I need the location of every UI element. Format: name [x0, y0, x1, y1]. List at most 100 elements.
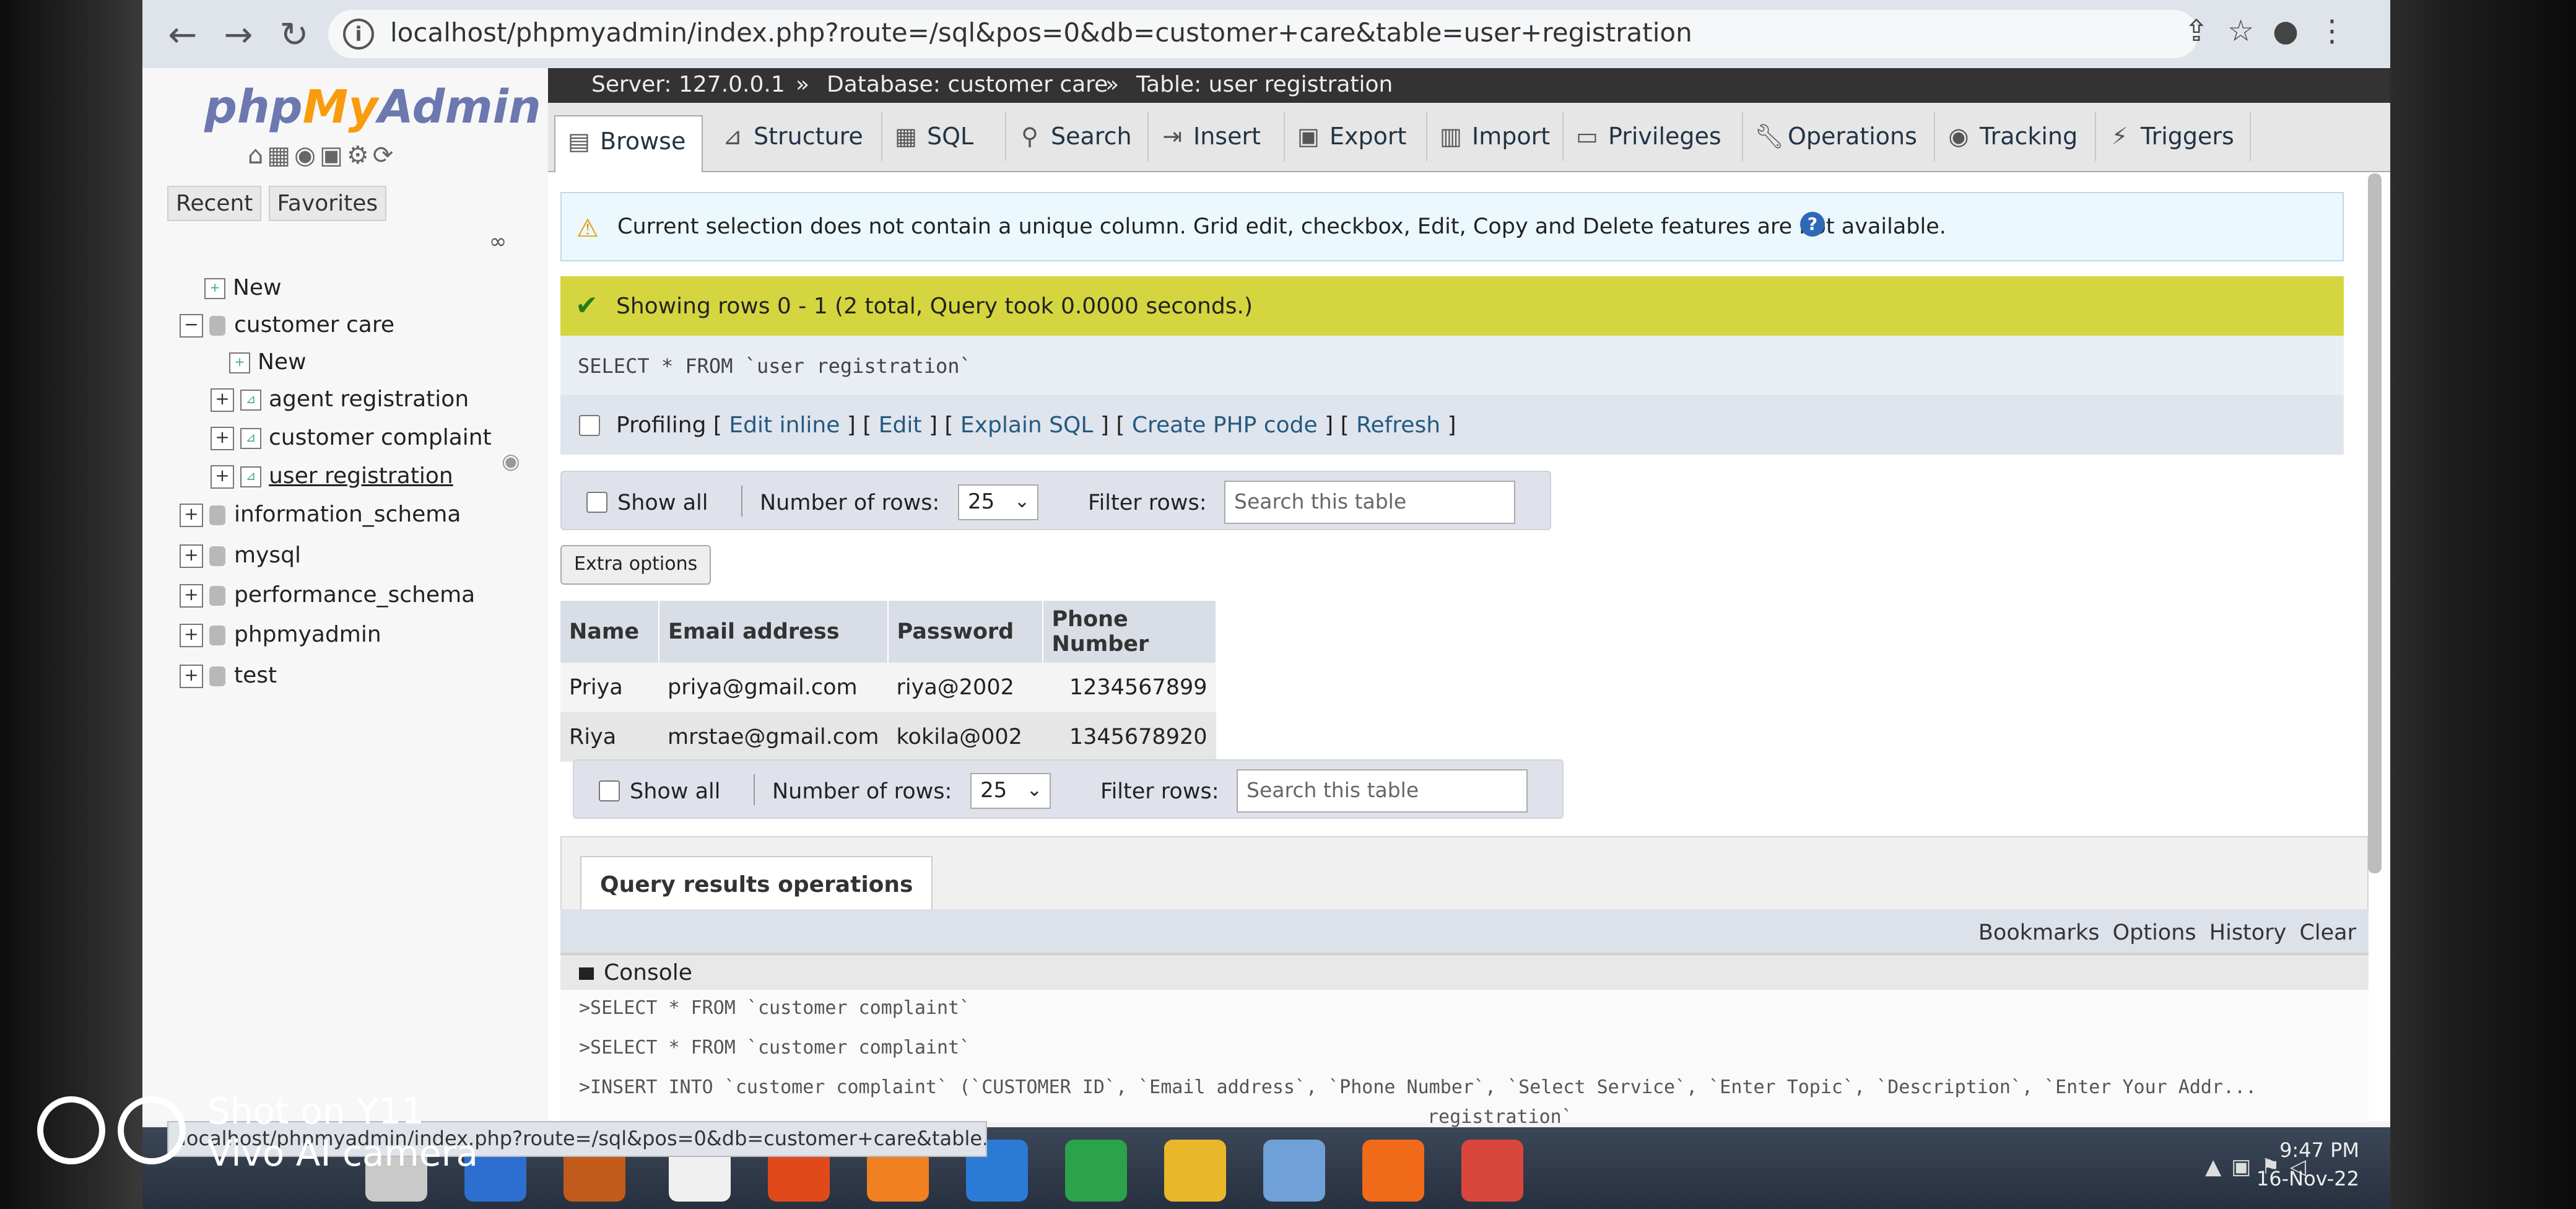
clock[interactable]: 9:47 PM 16-Nov-22 — [2256, 1136, 2359, 1193]
forward-icon[interactable]: → — [217, 14, 260, 57]
tab-triggers[interactable]: ⚡ Triggers — [2096, 111, 2251, 161]
chrome-icon[interactable] — [1461, 1140, 1523, 1202]
phpmyadmin-logo[interactable]: phpMyAdmin — [204, 81, 541, 134]
tab-label: Operations — [1788, 123, 1917, 150]
expand-icon[interactable]: + — [180, 504, 203, 527]
tree-db-performance-schema[interactable]: + performance_schema — [180, 582, 475, 608]
show-all-label[interactable]: Show all — [630, 779, 720, 804]
show-all-checkbox[interactable] — [586, 492, 607, 513]
app-icon[interactable] — [1065, 1140, 1127, 1202]
tree-table-customer-complaint[interactable]: + ⊿ customer complaint — [211, 425, 492, 450]
console-line[interactable]: >SELECT * FROM `customer complaint` — [579, 1037, 970, 1058]
expand-icon[interactable]: + — [180, 584, 203, 608]
reload-icon[interactable]: ↻ — [272, 14, 316, 57]
url-text[interactable]: localhost/phpmyadmin/index.php?route=/sq… — [390, 17, 1692, 48]
profiling-checkbox[interactable] — [579, 415, 600, 436]
number-of-rows-select[interactable]: 25 ⌄ — [970, 773, 1051, 809]
tab-recent[interactable]: Recent — [167, 186, 262, 221]
expand-icon[interactable]: + — [211, 388, 234, 412]
console-line[interactable]: >SELECT * FROM `customer complaint` — [579, 997, 970, 1019]
tree-db-phpmyadmin[interactable]: + phpmyadmin — [180, 622, 381, 647]
console-bookmarks-link[interactable]: Bookmarks — [1978, 920, 2100, 945]
link-with-main-panel-icon[interactable]: ∞ — [489, 229, 507, 254]
expand-icon[interactable]: + — [180, 665, 203, 688]
tree-new-database[interactable]: + New — [204, 275, 282, 300]
filter-rows-input[interactable]: Search this table — [1224, 481, 1515, 524]
column-header-email[interactable]: Email address — [659, 601, 889, 663]
show-all-label[interactable]: Show all — [617, 491, 708, 515]
site-info-icon[interactable]: i — [343, 19, 374, 50]
home-docs-settings-icons[interactable]: ⌂▦◉▣⚙⟳ — [248, 141, 397, 170]
chevron-down-icon: ⌄ — [1014, 491, 1030, 512]
tab-browse[interactable]: ▤ Browse — [554, 115, 703, 172]
breadcrumb-database[interactable]: Database: customer care — [827, 72, 1108, 97]
browser-toolbar: ← → ↻ i localhost/phpmyadmin/index.php?r… — [142, 0, 2390, 69]
browser-action-icons[interactable]: ⇪☆●⋮ — [2184, 14, 2365, 48]
app-icon[interactable] — [1263, 1140, 1325, 1202]
tab-operations[interactable]: 🔧︎ Operations — [1743, 111, 1935, 161]
console-options-link[interactable]: Options — [2113, 920, 2196, 945]
tab-search[interactable]: ⚲ Search — [1006, 111, 1149, 161]
sql-query-text[interactable]: SELECT * FROM `user registration` — [578, 354, 972, 378]
tab-privileges[interactable]: ▭ Privileges — [1564, 111, 1743, 161]
column-header-password[interactable]: Password — [887, 601, 1043, 663]
filter-rows-label: Filter rows: — [1088, 491, 1207, 515]
extra-options-button[interactable]: Extra options — [560, 545, 711, 585]
filter-rows-input[interactable]: Search this table — [1237, 769, 1528, 813]
tab-label: Tracking — [1980, 123, 2078, 150]
number-of-rows-select[interactable]: 25 ⌄ — [958, 484, 1038, 520]
create-php-code-link[interactable]: Create PHP code — [1132, 412, 1318, 438]
edit-inline-link[interactable]: Edit inline — [729, 412, 840, 438]
xampp-icon[interactable] — [1362, 1140, 1424, 1202]
address-bar[interactable]: i localhost/phpmyadmin/index.php?route=/… — [328, 10, 2198, 58]
console-line[interactable]: >INSERT INTO `customer complaint` (`CUST… — [579, 1076, 2256, 1098]
tab-sql[interactable]: ▦ SQL — [882, 111, 1006, 161]
console-history-link[interactable]: History — [2209, 920, 2287, 945]
breadcrumb-separator: » — [1105, 72, 1120, 97]
tree-db-customer-care[interactable]: − customer care — [180, 312, 394, 338]
tab-structure[interactable]: ⊿ Structure — [709, 111, 882, 161]
refresh-link[interactable]: Refresh — [1356, 412, 1440, 438]
tab-favorites[interactable]: Favorites — [268, 186, 387, 221]
query-results-operations-tab[interactable]: Query results operations — [580, 856, 933, 913]
eye-icon[interactable]: ◉ — [502, 449, 520, 474]
tab-tracking[interactable]: ◉ Tracking — [1935, 111, 2096, 161]
database-icon — [209, 505, 225, 525]
chrome-icon[interactable] — [1164, 1140, 1226, 1202]
clock-time: 9:47 PM — [2279, 1138, 2359, 1162]
table-icon: ⊿ — [240, 390, 261, 411]
collapse-icon[interactable]: − — [180, 314, 203, 338]
console-line[interactable]: registration` — [1427, 1106, 1573, 1128]
console-clear-link[interactable]: Clear — [2299, 920, 2356, 945]
tree-label: customer care — [234, 312, 394, 338]
tree-db-information-schema[interactable]: + information_schema — [180, 502, 461, 527]
show-all-checkbox[interactable] — [599, 780, 620, 801]
edit-link[interactable]: Edit — [879, 412, 922, 438]
breadcrumb-table[interactable]: Table: user registration — [1136, 72, 1393, 97]
tree-label: New — [258, 349, 307, 375]
expand-icon[interactable]: + — [180, 544, 203, 568]
back-icon[interactable]: ← — [161, 14, 204, 57]
tree-new-table[interactable]: + New — [229, 349, 307, 375]
tree-table-agent-registration[interactable]: + ⊿ agent registration — [211, 386, 469, 412]
help-icon[interactable]: ? — [1800, 212, 1825, 237]
expand-icon[interactable]: + — [211, 465, 234, 489]
vertical-scrollbar[interactable] — [2368, 173, 2382, 873]
tree-table-user-registration[interactable]: + ⊿ user registration — [211, 463, 453, 489]
console-header[interactable]: Console — [560, 955, 2369, 990]
profiling-bar: Profiling [ Edit inline ] [ Edit ] [ Exp… — [560, 395, 2344, 455]
tab-import[interactable]: ▥ Import — [1427, 111, 1564, 161]
tree-label: test — [234, 663, 277, 688]
expand-icon[interactable]: + — [211, 427, 234, 450]
tree-db-mysql[interactable]: + mysql — [180, 543, 301, 568]
tree-label: information_schema — [234, 502, 461, 527]
column-header-name[interactable]: Name — [560, 601, 659, 663]
column-header-phone[interactable]: Phone Number — [1042, 601, 1217, 663]
expand-icon[interactable]: + — [180, 624, 203, 647]
tab-export[interactable]: ▣ Export — [1285, 111, 1427, 161]
explain-sql-link[interactable]: Explain SQL — [960, 412, 1093, 438]
breadcrumb-server[interactable]: Server: 127.0.0.1 — [591, 72, 785, 97]
tab-insert[interactable]: ⇥ Insert — [1149, 111, 1285, 161]
tree-db-test[interactable]: + test — [180, 663, 277, 688]
triggers-icon: ⚡ — [2111, 123, 2128, 150]
